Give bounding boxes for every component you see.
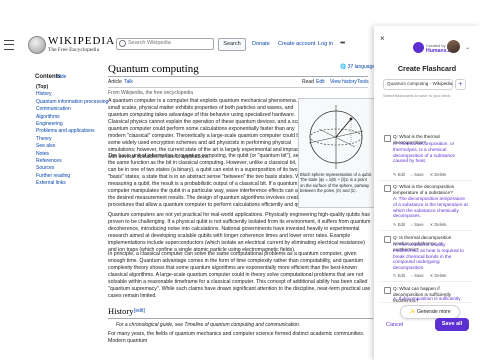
donate-link[interactable]: Donate	[252, 41, 270, 47]
flashcard: Q: What is the decomposition temperature…	[380, 184, 472, 231]
flashcard-save-button[interactable]: ↓ Save	[411, 222, 424, 227]
flashcard-actions: ✎ Edit ↓ Save ✕ Delete	[393, 273, 453, 278]
wikipedia-tagline: The Free Encyclopedia	[48, 47, 100, 53]
article-paragraph: Quantum computers are not yet practical …	[108, 212, 371, 253]
toc-item[interactable]: References	[36, 158, 102, 165]
more-options-icon[interactable]: •••	[340, 40, 345, 47]
toc-item[interactable]: Algorithms	[36, 114, 102, 121]
toc-item[interactable]: (Top)	[36, 84, 102, 91]
section-heading-history: History	[108, 306, 134, 316]
tab-article[interactable]: Article	[108, 79, 122, 85]
tab-view-history[interactable]: View history	[330, 79, 357, 85]
tab-tools[interactable]: Tools	[357, 79, 369, 85]
flashcard-save-button[interactable]: ↓ Save	[411, 172, 424, 177]
wikipedia-wordmark[interactable]: WIKIPEDIA	[48, 35, 115, 47]
flashcard-action-label: Delete	[434, 273, 447, 278]
search-placeholder: Search Wikipedia	[128, 40, 171, 46]
tabs-divider	[108, 87, 368, 88]
article-paragraph: The basic unit of information in quantum…	[108, 153, 312, 208]
toc-item[interactable]: Theory	[36, 136, 102, 143]
deck-select[interactable]: Quantum computing - Wikipedia ⌄	[383, 79, 453, 90]
flashcard-action-label: Edit	[397, 273, 405, 278]
save-all-button[interactable]: Save all	[435, 318, 469, 331]
tab-edit[interactable]: Edit	[316, 79, 325, 85]
cancel-button[interactable]: Cancel	[386, 322, 403, 328]
section-divider	[108, 318, 373, 319]
wikipedia-globe-logo[interactable]	[28, 36, 46, 54]
toc-item[interactable]: Quantum information processing	[36, 99, 108, 106]
article-paragraph: A quantum computer is a computer that ex…	[108, 98, 312, 160]
article-paragraph: For many years, the fields of quantum me…	[108, 331, 365, 344]
tab-read[interactable]: Read	[302, 79, 314, 85]
flashcard-question: Q: What is the decomposition temperature…	[393, 184, 455, 195]
toc-hide-button[interactable]: hide	[57, 74, 66, 80]
flashcard-checkbox[interactable]	[384, 185, 391, 192]
article-paragraph: In principle, a classical computer can s…	[108, 251, 371, 299]
flashcard-delete-button[interactable]: ✕ Delete	[430, 222, 447, 227]
flashcard-edit-button[interactable]: ✎ Edit	[393, 172, 405, 177]
panel-title: Create Flashcard	[397, 64, 457, 73]
toc-item[interactable]: Problems and applications	[36, 128, 102, 135]
flashcard-action-label: Delete	[434, 172, 447, 177]
flashcard: Q: What is the thermal decomposition? A: …	[380, 134, 472, 181]
chevron-down-icon[interactable]: ⌄	[465, 44, 470, 51]
flashcard-actions: ✎ Edit ↓ Save ✕ Delete	[393, 222, 453, 227]
flashcard-action-label: Edit	[397, 172, 405, 177]
flashcard-action-label: Save	[414, 222, 424, 227]
flashcard-checkbox[interactable]	[384, 287, 391, 294]
title-divider	[108, 76, 368, 77]
flashcard: Q: What can happen if decomposition is s…	[380, 286, 472, 303]
flashcard-save-button[interactable]: ↓ Save	[411, 273, 424, 278]
hamburger-menu-icon[interactable]	[4, 40, 14, 50]
flashcard-checkbox[interactable]	[384, 135, 391, 142]
flashcard: Q: Is thermal decomposition reaction end…	[380, 235, 472, 282]
flashcard-answer: A: If decomposition is sufficiently	[393, 296, 461, 301]
flashcard-delete-button[interactable]: ✕ Delete	[430, 172, 447, 177]
toc-item[interactable]: History	[36, 91, 102, 98]
generate-more-button[interactable]: ✨ Generate more	[400, 305, 460, 319]
flashcard-actions: ✎ Edit ↓ Save ✕ Delete	[393, 172, 453, 177]
deck-select-value: Quantum computing - Wikipedia	[387, 81, 453, 86]
flashcard-answer: A: The reaction is usually endothermic a…	[393, 242, 464, 271]
toc-item[interactable]: Notes	[36, 151, 102, 158]
flashcard-edit-button[interactable]: ✎ Edit	[393, 222, 405, 227]
toc-item[interactable]: Communication	[36, 106, 102, 113]
toc-item[interactable]: See also	[36, 143, 102, 150]
flashcard-answer: A: Thermal decomposition, or thermolysis…	[393, 141, 456, 164]
bloch-sphere-image	[308, 105, 364, 169]
humans-ai-logo	[413, 42, 424, 53]
toc-item[interactable]: Further reading	[36, 173, 102, 180]
flashcard-action-label: Edit	[397, 222, 405, 227]
avatar[interactable]	[447, 40, 460, 53]
hatnote: For a chronological guide, see Timeline …	[116, 322, 301, 328]
save-hint: Select flashcards to save to your deck	[383, 93, 451, 98]
toc-item[interactable]: Sources	[36, 165, 102, 172]
toc-list: (Top) History Quantum information processi…	[36, 84, 108, 187]
flashcard-action-label: Save	[414, 172, 424, 177]
flashcard-action-label: Delete	[434, 222, 447, 227]
generate-more-label: Generate more	[416, 309, 451, 315]
chevron-down-icon: ⌄	[444, 80, 449, 86]
search-icon	[119, 40, 126, 47]
close-icon[interactable]: ×	[380, 34, 385, 43]
toc-item[interactable]: External links	[36, 180, 102, 187]
toc-item[interactable]: Engineering	[36, 121, 102, 128]
search-input[interactable]: Search Wikipedia	[116, 38, 214, 50]
flashcard-edit-button[interactable]: ✎ Edit	[393, 273, 405, 278]
search-button[interactable]: Search	[218, 38, 246, 51]
languages-button[interactable]: 🌐 37 languages	[340, 64, 378, 70]
login-link[interactable]: Log in	[318, 41, 333, 47]
create-account-link[interactable]: Create account	[278, 41, 315, 47]
add-deck-button[interactable]: +	[455, 79, 466, 90]
flashcard-action-label: Save	[414, 273, 424, 278]
tab-talk[interactable]: Talk	[124, 79, 133, 85]
section-edit-link[interactable]: [edit]	[134, 308, 145, 314]
flashcard-checkbox[interactable]	[384, 236, 391, 243]
flashcard-delete-button[interactable]: ✕ Delete	[430, 273, 447, 278]
figure-caption: Bloch sphere representation of a qubit. …	[300, 172, 372, 194]
article-source-note: From Wikipedia, the free encyclopedia	[108, 90, 194, 96]
flashcard-answer: A: The decomposition temperature of a su…	[393, 196, 468, 219]
page-title: Quantum computing	[108, 63, 199, 75]
